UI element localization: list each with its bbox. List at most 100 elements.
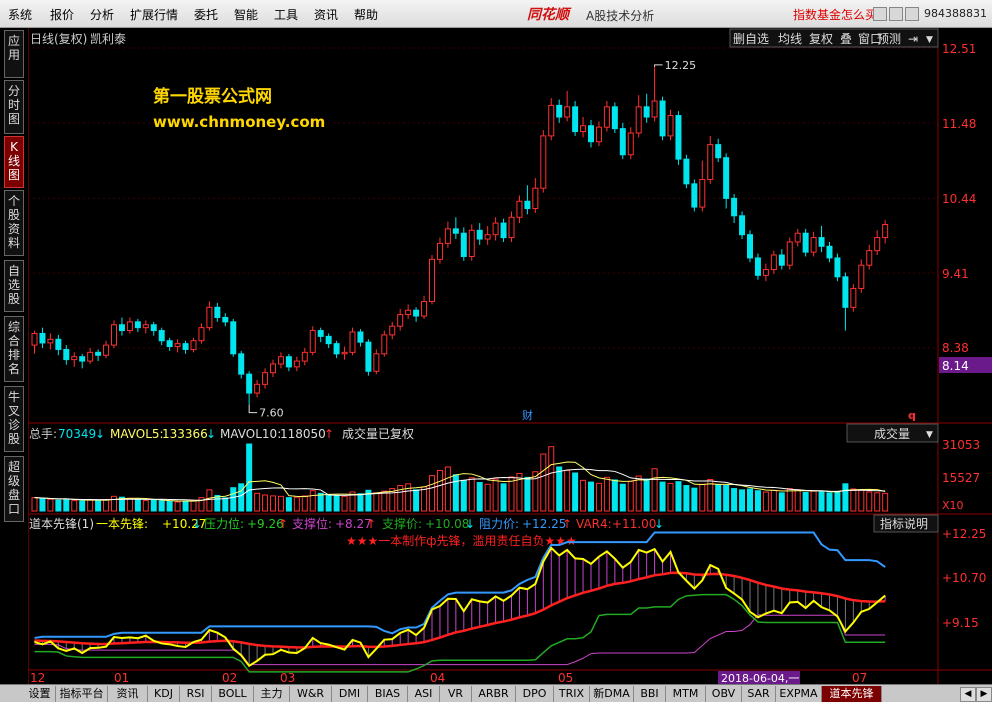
candle-body [262, 372, 269, 385]
volume-bar [564, 469, 571, 512]
volume-bar [39, 497, 46, 512]
tab--dma[interactable]: 新DMA [590, 686, 634, 702]
indicator-tick: +12.25 [942, 527, 986, 541]
menu-news[interactable]: 资讯 [314, 6, 338, 23]
pressure-label: 压力位: [204, 516, 244, 531]
volume-bar [421, 486, 428, 512]
menu-extended-market[interactable]: 扩展行情 [130, 6, 178, 23]
tab-boll[interactable]: BOLL [212, 686, 254, 702]
tab--[interactable]: 主力 [254, 686, 290, 702]
tab--[interactable]: 指标平台 [56, 686, 108, 702]
sidebar-item-order-book[interactable]: 超级盘口 [4, 456, 24, 522]
tab-scroll-left-icon[interactable]: ◀ [960, 687, 976, 702]
brand-logo: 同花顺 [527, 7, 569, 23]
toolbar-remove-watch[interactable]: 删自选 [733, 32, 769, 46]
volume-bar [182, 500, 189, 512]
tab-bias[interactable]: BIAS [368, 686, 408, 702]
candle-body [166, 340, 173, 348]
menu-smart[interactable]: 智能 [234, 6, 258, 23]
tab-w-r[interactable]: W&R [290, 686, 332, 702]
volume-bar [540, 453, 547, 512]
toolbar-forecast[interactable]: 预测 [877, 32, 901, 46]
tab-arbr[interactable]: ARBR [472, 686, 516, 702]
menu-help[interactable]: 帮助 [354, 6, 378, 23]
candle-body [699, 178, 706, 208]
tab-mtm[interactable]: MTM [666, 686, 706, 702]
maximize-icon[interactable] [889, 7, 903, 21]
volume-bar [786, 488, 793, 512]
chart-period-label: 日线(复权) [30, 32, 87, 46]
volume-bar [357, 493, 364, 512]
tab-kdj[interactable]: KDJ [148, 686, 180, 702]
minimize-icon[interactable] [873, 7, 887, 21]
menu-system[interactable]: 系统 [8, 6, 32, 23]
candle-body [246, 373, 253, 394]
menu-analysis[interactable]: 分析 [90, 6, 114, 23]
tab--[interactable]: 道本先锋 [822, 686, 882, 702]
menu-trade[interactable]: 委托 [194, 6, 218, 23]
tab-vr[interactable]: VR [440, 686, 472, 702]
toolbar-adjust[interactable]: 复权 [809, 32, 833, 46]
kline-chart[interactable]: 日线(复权) 凯利泰 删自选 均线 复权 叠 窗口 预测 ⇥ ▼ 第一股票公式网… [28, 28, 992, 685]
chart-toolbar: 删自选 均线 复权 叠 窗口 预测 ⇥ ▼ [729, 28, 939, 48]
chevron-down-icon[interactable]: ▼ [926, 430, 933, 440]
volume-bar [874, 492, 881, 512]
toolbar-ma[interactable]: 均线 [778, 32, 802, 46]
sidebar-item-watchlist[interactable]: 自选股 [4, 260, 24, 312]
sidebar-item-timeshare[interactable]: 分时图 [4, 80, 24, 134]
app-subtitle: A股技术分析 [586, 9, 655, 23]
tab-dpo[interactable]: DPO [516, 686, 554, 702]
volume-bar [238, 483, 245, 512]
tab-obv[interactable]: OBV [706, 686, 742, 702]
sidebar-item-apps[interactable]: 应用 [4, 30, 24, 78]
volume-bar [206, 489, 213, 512]
volume-bar [580, 479, 587, 512]
sidebar-item-kline[interactable]: K线图 [4, 136, 24, 188]
candle-body [317, 330, 324, 337]
tab-sar[interactable]: SAR [742, 686, 776, 702]
mavol10-label: MAVOL10: [220, 427, 281, 441]
indicator-tick: +10.70 [942, 571, 986, 585]
candle-body [325, 335, 332, 345]
toolbar-arrow-icon[interactable]: ⇥ [908, 32, 918, 46]
volume-bar [317, 492, 324, 512]
candle-body [882, 224, 889, 239]
candle-body [707, 144, 714, 180]
toolbar-dropdown-icon[interactable]: ▼ [926, 35, 933, 45]
menu-quote[interactable]: 报价 [50, 6, 74, 23]
tab-scroll-right-icon[interactable]: ▶ [976, 687, 992, 702]
tab-expma[interactable]: EXPMA [776, 686, 822, 702]
indicator-lines [34, 531, 886, 673]
toolbar-overlay[interactable]: 叠 [840, 32, 852, 46]
q-event-marker[interactable]: q [908, 409, 916, 422]
candle-body [532, 187, 539, 210]
tab-dmi[interactable]: DMI [332, 686, 368, 702]
ad-link[interactable]: 指数基金怎么买? [793, 6, 883, 23]
volume-bar [659, 481, 666, 512]
volume-bar [55, 499, 62, 512]
candle-body [126, 321, 133, 332]
tab-bbi[interactable]: BBI [634, 686, 666, 702]
tab-rsi[interactable]: RSI [180, 686, 212, 702]
tab--[interactable]: 资讯 [108, 686, 148, 702]
volume-bar [627, 480, 634, 512]
volume-bar [739, 489, 746, 512]
menu-tools[interactable]: 工具 [274, 6, 298, 23]
sidebar-item-profile[interactable]: 个股资料 [4, 190, 24, 256]
tab-asi[interactable]: ASI [408, 686, 440, 702]
finance-event-marker[interactable]: 财 [522, 408, 533, 422]
candle-body [413, 309, 420, 317]
volume-bar [166, 501, 173, 512]
volume-selector-label: 成交量 [874, 426, 910, 441]
volume-bar [699, 483, 706, 512]
volume-bar [301, 495, 308, 512]
sidebar-item-ranking[interactable]: 综合排名 [4, 316, 24, 382]
close-icon[interactable] [905, 7, 919, 21]
volume-bar [508, 476, 515, 512]
tab--[interactable]: 设置 [24, 686, 56, 702]
support-price-label: 支撑价: [382, 516, 422, 531]
sidebar-item-diagnosis[interactable]: 牛叉诊股 [4, 386, 24, 452]
volume-bar [460, 479, 467, 512]
tab-trix[interactable]: TRIX [554, 686, 590, 702]
candle-body [858, 264, 865, 289]
